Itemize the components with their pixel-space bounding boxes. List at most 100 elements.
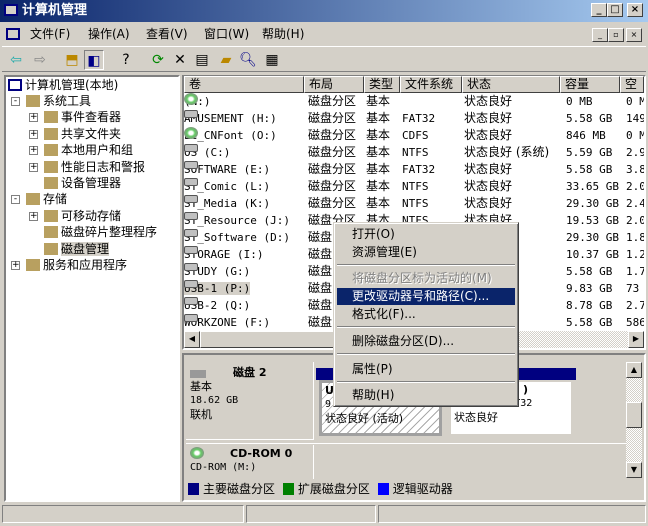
help-icon[interactable]: ? (116, 50, 136, 70)
tree-expander[interactable]: + (29, 129, 38, 139)
table-row[interactable]: ST_Comic (L:) 磁盘分区 基本 NTFS 状态良好 33.65 GB 2.0 (184, 178, 644, 195)
menu-item-delete-partition[interactable]: 删除磁盘分区(D)... (337, 333, 515, 350)
table-row[interactable]: ST_Media (K:) 磁盘分区 基本 NTFS 状态良好 29.30 GB 2.4 (184, 195, 644, 212)
column-header-volume[interactable]: 卷 (184, 76, 304, 93)
tree-item[interactable]: 共享文件夹 (44, 126, 121, 142)
tree-item[interactable]: 可移动存储 (44, 208, 121, 224)
tree-expander[interactable]: + (29, 113, 38, 123)
scroll-up-button[interactable]: ▲ (626, 362, 642, 378)
tree-root[interactable]: 计算机管理(本地) (8, 77, 118, 93)
close-button[interactable]: × (627, 3, 643, 17)
tree-item[interactable]: 服务和应用程序 (26, 257, 127, 273)
table-row[interactable]: AMUSEMENT (H:) 磁盘分区 基本 FAT32 状态良好 5.58 GB 149 (184, 110, 644, 127)
tree-expander[interactable]: - (11, 97, 20, 106)
tree-item[interactable]: 存储 (26, 191, 67, 207)
menu-window[interactable]: 窗口(W) (204, 26, 249, 42)
cell-type-wrap: 基本 (366, 144, 390, 161)
disk-icon (190, 370, 206, 378)
show-hide-tree-icon[interactable]: ◧ (84, 50, 104, 70)
menu-view[interactable]: 查看(V) (146, 26, 188, 42)
cell-capacity: 5.58 GB (566, 112, 613, 125)
search-icon[interactable]: 🔍︎ (238, 50, 258, 70)
cell-type-wrap: 基本 (366, 127, 390, 144)
cell-capacity: 19.53 GB (566, 214, 619, 227)
cell-filesystem-wrap: NTFS (402, 178, 429, 195)
cell-free: 3.8 (626, 163, 644, 176)
cell-status: 状态良好 (464, 162, 513, 176)
cell-type: 基本 (366, 162, 391, 176)
cell-layout: 磁盘 (308, 230, 333, 244)
tree-item[interactable]: 磁盘碎片整理程序 (44, 224, 157, 240)
tree-item[interactable]: 磁盘管理 (44, 241, 110, 257)
vertical-scrollbar[interactable]: ▲ ▼ (626, 362, 642, 478)
menu-item-open[interactable]: 打开(O) (337, 226, 515, 243)
back-icon[interactable]: ⇦ (6, 50, 26, 70)
table-row[interactable]: SOFTWARE (E:) 磁盘分区 基本 FAT32 状态良好 5.58 GB 3.8 (184, 161, 644, 178)
menu-item-help[interactable]: 帮助(H) (337, 387, 515, 404)
column-header-free[interactable]: 空 (620, 76, 644, 93)
menu-file[interactable]: 文件(F) (30, 26, 70, 42)
cell-volume-wrap: LC_CNFont (O:) (184, 127, 277, 144)
cell-layout-wrap: 磁盘分区 (308, 161, 356, 178)
cell-layout: 磁盘分区 (308, 162, 357, 176)
column-header-layout[interactable]: 布局 (304, 76, 364, 93)
minimize-button[interactable]: _ (591, 3, 607, 17)
tree-item[interactable]: 性能日志和警报 (44, 159, 145, 175)
tree-expander[interactable]: - (11, 195, 20, 205)
cell-type-wrap: 基本 (366, 195, 390, 212)
menu-item-change-drive-letter[interactable]: 更改驱动器号和路径(C)... (337, 288, 515, 305)
column-header-status[interactable]: 状态 (462, 76, 560, 93)
settings-icon[interactable]: ▦ (262, 50, 282, 70)
tree-item[interactable]: 设备管理器 (44, 175, 121, 191)
cell-filesystem-wrap: FAT32 (402, 161, 435, 178)
properties-icon[interactable]: ▤ (192, 50, 212, 70)
tree-node-icon (44, 127, 58, 140)
maximize-button[interactable]: □ (607, 3, 623, 17)
up-folder-icon[interactable]: ⬒ (62, 50, 82, 70)
cell-capacity-wrap: 10.37 GB (566, 246, 619, 263)
disk2-info[interactable]: 磁盘 2 基本 18.62 GB 联机 (186, 362, 314, 440)
tree-expander[interactable]: + (29, 162, 38, 172)
mdi-restore-button[interactable]: ▫ (608, 28, 624, 42)
menu-item-format[interactable]: 格式化(F)... (337, 306, 515, 323)
mdi-controls[interactable]: _ ▫ × (592, 28, 644, 42)
menu-item-explore[interactable]: 资源管理(E) (337, 244, 515, 261)
scroll-left-button[interactable]: ◀ (184, 331, 200, 348)
menu-action[interactable]: 操作(A) (88, 26, 130, 42)
drive-icon (184, 212, 198, 220)
tree-item[interactable]: 本地用户和组 (44, 142, 133, 158)
table-row[interactable]: OS (C:) 磁盘分区 基本 NTFS 状态良好 (系统) 5.59 GB 2.9 (184, 144, 644, 161)
disk2-size: 18.62 GB (190, 395, 239, 406)
cell-capacity-wrap: 5.59 GB (566, 144, 612, 161)
tree-item[interactable]: 系统工具 (26, 93, 91, 109)
table-row[interactable]: LC_CNFont (O:) 磁盘分区 基本 CDFS 状态良好 846 MB 0 M (184, 127, 644, 144)
refresh-icon[interactable]: ⟳ (148, 50, 168, 70)
cell-layout-wrap: 磁盘分区 (308, 195, 356, 212)
tree-expander[interactable]: + (29, 211, 38, 221)
mdi-minimize-button[interactable]: _ (592, 28, 608, 42)
menu-item-properties[interactable]: 属性(P) (337, 361, 515, 378)
tree-item-label: 性能日志和警报 (61, 159, 146, 174)
tree-item[interactable]: 事件查看器 (44, 109, 121, 125)
menu-help[interactable]: 帮助(H) (262, 26, 304, 42)
mdi-close-button[interactable]: × (626, 28, 642, 42)
cell-volume-wrap: OS (C:) (184, 144, 230, 161)
tree-expander[interactable]: + (29, 146, 38, 156)
cell-status-wrap: 状态良好 (464, 178, 512, 195)
scroll-right-button[interactable]: ▶ (628, 331, 644, 348)
cell-volume-wrap: USB-2 (Q:) (184, 297, 250, 314)
column-header-capacity[interactable]: 容量 (560, 76, 620, 93)
cdrom-info[interactable]: CD-ROM 0 CD-ROM (M:) (186, 445, 314, 479)
context-menu: 打开(O) 资源管理(E) 将磁盘分区标为活动的(M) 更改驱动器号和路径(C)… (333, 222, 519, 407)
tree-expander[interactable]: + (11, 261, 20, 270)
delete-icon[interactable]: ✕ (170, 50, 190, 70)
cell-capacity-wrap: 5.58 GB (566, 161, 612, 178)
scroll-thumb[interactable] (626, 402, 642, 428)
open-folder-icon[interactable]: ▰ (216, 50, 236, 70)
forward-icon[interactable]: ⇨ (30, 50, 50, 70)
cell-filesystem: NTFS (402, 197, 429, 210)
column-header-filesystem[interactable]: 文件系统 (400, 76, 462, 93)
column-header-type[interactable]: 类型 (364, 76, 400, 93)
scroll-down-button[interactable]: ▼ (626, 462, 642, 478)
table-row[interactable]: (N:) 磁盘分区基本 状态良好 0 MB 0 M (184, 93, 644, 110)
